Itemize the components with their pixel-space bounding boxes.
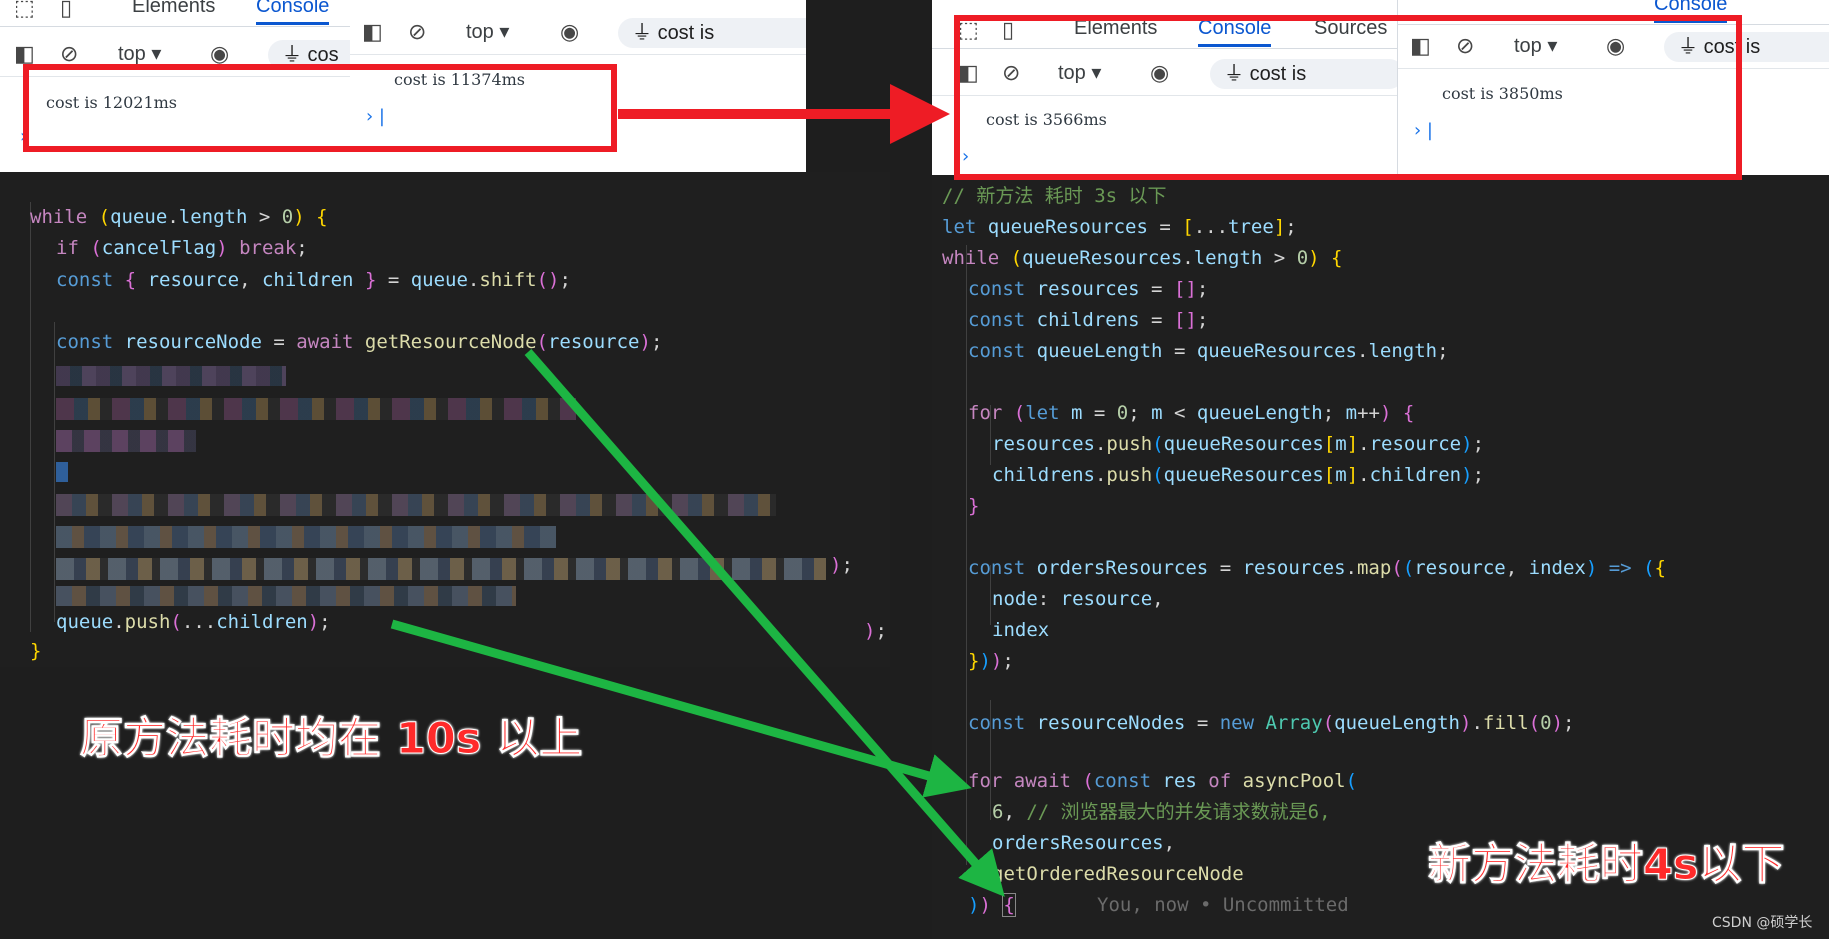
old-method-label: 原方法耗时均在 10s 以上 xyxy=(79,714,583,765)
new-method-label: 新方法耗时4s以下 xyxy=(1428,840,1786,891)
annotation-arrows xyxy=(390,84,1005,897)
arrow-getresource-to-pool xyxy=(524,349,1005,897)
watermark: CSDN @硕学长 xyxy=(1712,915,1813,931)
